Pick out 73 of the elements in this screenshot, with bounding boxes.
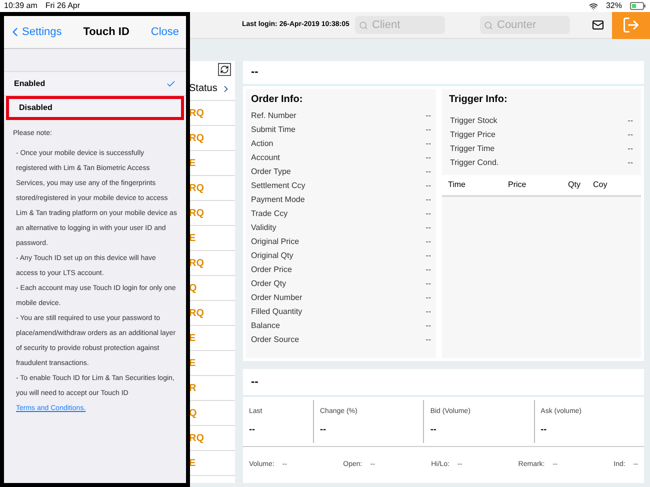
mail-icon[interactable] (592, 19, 604, 31)
field-label: Action (251, 138, 274, 150)
field-value: -- (426, 250, 431, 262)
field-value: -- (426, 194, 431, 206)
field-value: -- (426, 110, 431, 122)
field-value: -- (426, 292, 431, 304)
field-label: Payment Mode (251, 194, 305, 206)
field-label: Submit Time (251, 124, 296, 136)
field-value: -- (426, 306, 431, 318)
refresh-button[interactable] (218, 63, 231, 76)
field-value: -- (426, 264, 431, 276)
field-value: -- (628, 129, 633, 141)
field-label: Order Price (251, 264, 292, 276)
wifi-icon (588, 2, 598, 10)
status-column-header: Status (188, 82, 218, 96)
order-info-title: Order Info: (251, 92, 303, 106)
field-label: Original Price (251, 236, 300, 248)
field-label: Balance (251, 320, 280, 332)
status-date: Fri 26 Apr (45, 0, 80, 12)
column-header: Time (448, 179, 466, 191)
field-value: -- (426, 320, 431, 332)
field-value: -- (426, 166, 431, 178)
field-value: -- (426, 278, 431, 290)
quote-value: -- (540, 423, 548, 436)
field-value: -- (426, 236, 431, 248)
option-row[interactable]: Disabled (6, 96, 184, 120)
battery-percent: 32% (606, 0, 622, 12)
back-button[interactable]: Settings (8, 24, 62, 40)
field-label: Settlement Ccy (251, 180, 306, 192)
logout-icon (622, 16, 640, 34)
field-value: -- (426, 152, 431, 164)
field-label: Order Type (251, 166, 291, 178)
field-value: -- (426, 222, 431, 234)
close-button[interactable]: Close (150, 24, 182, 40)
field-label: Trigger Cond. (450, 157, 499, 169)
status-time: 10:39 am (4, 0, 38, 12)
field-value: -- (628, 157, 633, 169)
field-value: -- (426, 124, 431, 136)
field-value: -- (426, 334, 431, 346)
option-row[interactable]: Enabled (4, 72, 186, 96)
field-label: Order Qty (251, 278, 286, 290)
field-value: -- (426, 180, 431, 192)
battery-icon (630, 2, 646, 10)
client-search-field[interactable]: Client (355, 16, 445, 34)
field-label: Filled Quantity (251, 306, 302, 318)
field-label: Ref. Number (251, 110, 296, 122)
field-label: Validity (251, 222, 276, 234)
field-label: Trigger Stock (450, 115, 498, 127)
field-value: -- (426, 138, 431, 150)
quote-title: -- (251, 374, 258, 390)
panel-title: Touch ID (82, 24, 130, 40)
field-label: Account (251, 152, 280, 164)
trigger-info-title: Trigger Info: (449, 92, 508, 106)
field-label: Original Qty (251, 250, 294, 262)
column-header: Coy (593, 179, 608, 191)
counter-search-field[interactable]: Counter (480, 16, 570, 34)
field-value: -- (426, 208, 431, 220)
field-label: Order Source (251, 334, 300, 346)
field-label: Trade Ccy (251, 208, 288, 220)
quote-value: -- (430, 423, 438, 436)
field-label: Trigger Time (450, 143, 495, 155)
field-value: -- (628, 115, 633, 127)
check-icon (166, 78, 176, 88)
search-icon (484, 20, 493, 30)
quote-value: -- (320, 423, 327, 436)
field-label: Order Number (251, 292, 302, 304)
detail-title: -- (251, 65, 258, 80)
column-header: Price (508, 179, 528, 191)
field-value: -- (628, 143, 633, 155)
field-label: Trigger Price (450, 129, 496, 141)
quote-value: -- (249, 423, 256, 436)
column-header: Qty (568, 179, 582, 191)
search-icon (359, 20, 368, 30)
